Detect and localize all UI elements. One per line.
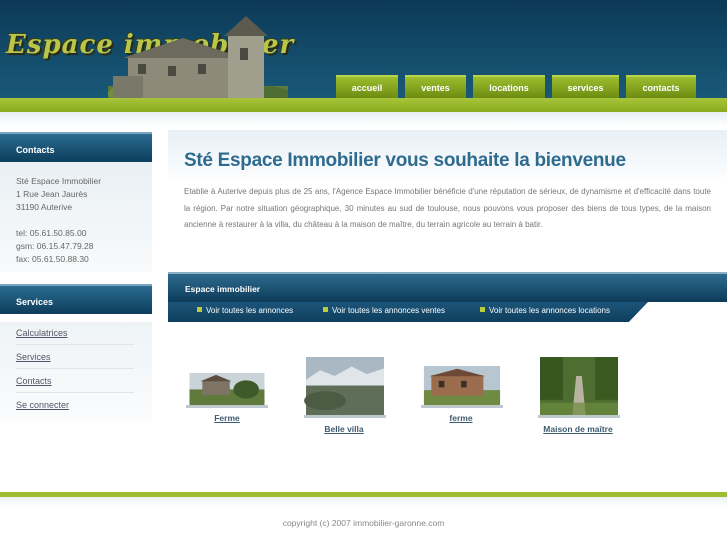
property-card-maison-de-maitre[interactable] [538,357,620,418]
property-photo [421,366,503,408]
link-rental-listings[interactable]: Voir toutes les annonces locations [480,306,610,315]
page-title: Sté Espace Immobilier vous souhaite la b… [184,150,626,171]
property-label-ferme-2[interactable]: ferme [449,413,472,423]
intro-paragraph: Etablie à Auterive depuis plus de 25 ans… [184,187,711,229]
phone-number: tel: 05.61.50.85.00 [16,228,87,238]
address-line-2: 31190 Auterive [16,202,73,212]
gsm-number: gsm: 06.15.47.79.28 [16,241,94,251]
nav-tab-locations[interactable]: locations [473,75,545,98]
property-card-belle-villa[interactable] [304,357,386,418]
address-line-1: 1 Rue Jean Jaurès [16,189,88,199]
nav-tab-accueil[interactable]: accueil [336,75,398,98]
property-photo [538,357,620,418]
castle-logo-image [108,16,288,98]
property-label-maison-de-maitre[interactable]: Maison de maître [543,424,612,434]
bullet-icon [197,307,202,312]
nav-tab-services[interactable]: services [552,75,619,98]
main-nav: accueil ventes locations services contac… [336,75,696,98]
nav-tab-ventes[interactable]: ventes [405,75,466,98]
sidebar-link-services[interactable]: Services [16,352,134,369]
sidebar-link-calculatrices[interactable]: Calculatrices [16,328,134,345]
sidebar-services-heading: Services [0,284,152,314]
bullet-icon [480,307,485,312]
header-sub-stripe [0,112,727,126]
property-label-ferme[interactable]: Ferme [214,413,240,423]
copyright-text: copyright (c) 2007 immobilier-garonne.co… [282,518,445,528]
nav-tab-contacts[interactable]: contacts [626,75,696,98]
link-all-listings[interactable]: Voir toutes les annonces [197,306,293,315]
site-header: Espace immobilier accueil ventes locatio… [0,0,727,98]
link-all-listings-label: Voir toutes les annonces [206,306,294,315]
sidebar-link-login[interactable]: Se connecter [16,400,134,416]
sidebar-link-contacts[interactable]: Contacts [16,376,134,393]
company-name: Sté Espace Immobilier [16,176,102,186]
footer-stripe [0,497,727,507]
property-card-ferme[interactable] [186,373,268,408]
property-label-belle-villa[interactable]: Belle villa [324,424,363,434]
link-sale-listings-label: Voir toutes les annonces ventes [332,306,445,315]
link-rental-listings-label: Voir toutes les annonces locations [489,306,610,315]
property-photo [186,373,268,408]
fax-number: fax: 05.61.50.88.30 [16,254,89,264]
property-photo [304,357,386,418]
sidebar-contacts-heading: Contacts [0,132,152,162]
section-title: Espace immobilier [185,284,261,294]
bullet-icon [323,307,328,312]
link-sale-listings[interactable]: Voir toutes les annonces ventes [323,306,445,315]
header-green-bar [0,98,727,112]
property-card-ferme-2[interactable] [421,366,503,408]
